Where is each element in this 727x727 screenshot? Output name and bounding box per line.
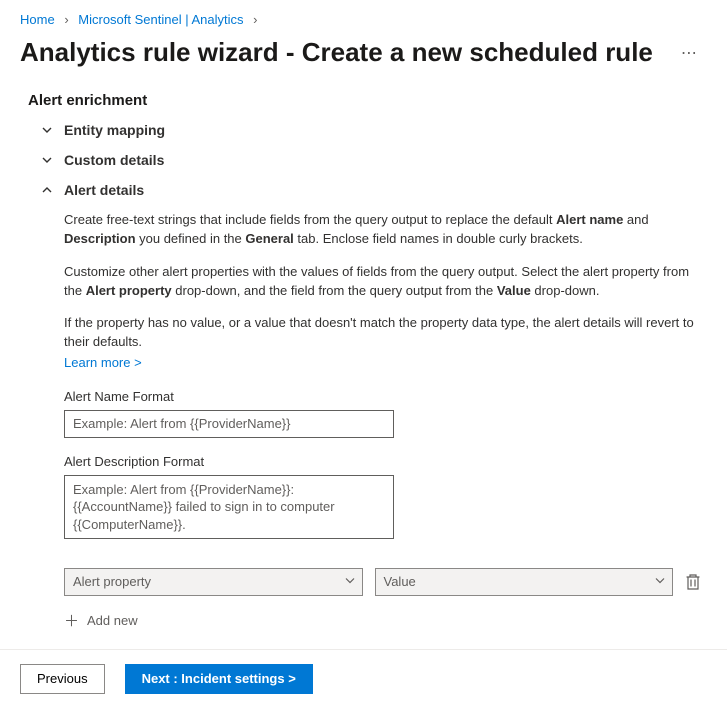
breadcrumb-separator: ›: [253, 12, 257, 27]
title-row: Analytics rule wizard - Create a new sch…: [0, 33, 727, 82]
breadcrumb-sentinel[interactable]: Microsoft Sentinel | Analytics: [78, 12, 243, 27]
alert-description-format-label: Alert Description Format: [64, 454, 703, 469]
dropdown-placeholder: Alert property: [73, 574, 151, 589]
wizard-footer: Previous Next : Incident settings >: [0, 649, 727, 708]
add-new-button[interactable]: ＋ Add new: [64, 610, 703, 631]
chevron-down-icon: [654, 574, 666, 589]
alert-details-body: Create free-text strings that include fi…: [0, 205, 727, 641]
description-para-2: Customize other alert properties with th…: [64, 263, 703, 301]
alert-name-format-label: Alert Name Format: [64, 389, 703, 404]
next-button[interactable]: Next : Incident settings >: [125, 664, 313, 694]
previous-button[interactable]: Previous: [20, 664, 105, 694]
accordion-label: Entity mapping: [64, 122, 165, 138]
accordion-label: Alert details: [64, 182, 144, 198]
value-dropdown[interactable]: Value: [375, 568, 674, 596]
chevron-down-icon: [344, 574, 356, 589]
page-title: Analytics rule wizard - Create a new sch…: [20, 37, 653, 68]
alert-name-format-input[interactable]: [64, 410, 394, 438]
accordion-alert-details[interactable]: Alert details: [0, 175, 727, 205]
chevron-down-icon: [40, 153, 54, 167]
alert-property-row: Alert property Value: [64, 568, 703, 596]
add-new-label: Add new: [87, 613, 138, 628]
plus-icon: ＋: [64, 610, 79, 631]
more-icon[interactable]: ⋯: [681, 43, 699, 63]
breadcrumb-separator: ›: [64, 12, 68, 27]
dropdown-placeholder: Value: [384, 574, 416, 589]
accordion-custom-details[interactable]: Custom details: [0, 145, 727, 175]
alert-name-format-block: Alert Name Format: [64, 389, 703, 438]
alert-property-dropdown[interactable]: Alert property: [64, 568, 363, 596]
alert-description-format-input[interactable]: [64, 475, 394, 539]
accordion-entity-mapping[interactable]: Entity mapping: [0, 115, 727, 145]
learn-more-link[interactable]: Learn more >: [64, 354, 142, 373]
breadcrumb: Home › Microsoft Sentinel | Analytics ›: [0, 0, 727, 33]
alert-description-format-block: Alert Description Format: [64, 454, 703, 542]
accordion-label: Custom details: [64, 152, 164, 168]
description-para-3: If the property has no value, or a value…: [64, 314, 703, 373]
section-alert-enrichment: Alert enrichment: [0, 82, 727, 115]
trash-icon[interactable]: [685, 572, 703, 592]
breadcrumb-home[interactable]: Home: [20, 12, 55, 27]
chevron-down-icon: [40, 123, 54, 137]
description-para-1: Create free-text strings that include fi…: [64, 211, 703, 249]
chevron-up-icon: [40, 183, 54, 197]
